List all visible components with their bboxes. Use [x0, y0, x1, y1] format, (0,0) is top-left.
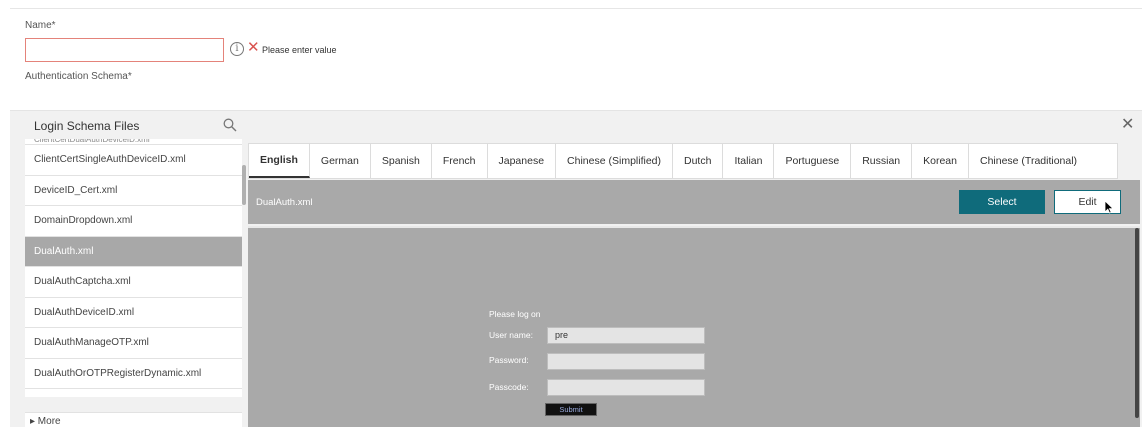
username-field[interactable]: pre — [547, 327, 705, 344]
tab-language[interactable]: Japanese — [488, 144, 557, 178]
username-label: User name: — [489, 330, 533, 340]
preview-scrollbar[interactable] — [1135, 228, 1139, 418]
mouse-cursor-icon — [1104, 200, 1114, 214]
tab-language[interactable]: Russian — [851, 144, 913, 178]
file-list-item[interactable]: DomainDropdown.xml — [25, 206, 242, 237]
error-message: Please enter value — [262, 45, 337, 55]
tab-language[interactable]: Spanish — [371, 144, 432, 178]
tab-language[interactable]: Chinese (Simplified) — [556, 144, 673, 178]
file-list-item[interactable]: DualAuthDeviceID.xml — [25, 298, 242, 328]
auth-schema-label: Authentication Schema* — [25, 71, 132, 82]
tab-language[interactable]: Italian — [723, 144, 775, 178]
file-list-item[interactable]: ClientCertSingleAuthDeviceID.xml — [25, 145, 242, 176]
preview-file-name: DualAuth.xml — [256, 197, 313, 208]
password-field[interactable] — [547, 353, 705, 370]
logon-title: Please log on — [489, 309, 541, 319]
close-icon[interactable]: ✕ — [1121, 117, 1134, 133]
tab-language[interactable]: Korean — [912, 144, 969, 178]
search-icon[interactable] — [223, 118, 237, 132]
file-list-title: Login Schema Files — [34, 119, 140, 133]
name-label: Name* — [25, 20, 56, 31]
password-label: Password: — [489, 355, 529, 365]
tab-language[interactable]: German — [310, 144, 371, 178]
preview-toolbar: DualAuth.xml Select Edit — [248, 180, 1140, 224]
tab-language[interactable]: Chinese (Traditional) — [969, 144, 1117, 178]
language-tabs: English German Spanish French Japanese Chines… — [248, 143, 1119, 179]
name-input[interactable] — [25, 38, 224, 62]
file-list-item[interactable]: DeviceID_Cert.xml — [25, 176, 242, 206]
file-list-item[interactable]: DualAuthCaptcha.xml — [25, 267, 242, 298]
tab-language[interactable]: English — [249, 144, 310, 178]
tab-language[interactable]: French — [432, 144, 488, 178]
submit-button[interactable]: Submit — [545, 403, 597, 416]
file-list-header: Login Schema Files — [25, 111, 242, 139]
error-icon: ✕ — [247, 39, 260, 56]
file-list-item[interactable]: DualAuthManageOTP.xml — [25, 328, 242, 359]
file-list-item[interactable]: DualAuth.xml — [25, 236, 242, 267]
tab-language[interactable]: Dutch — [673, 144, 724, 178]
more-toggle[interactable]: ▸ More — [25, 412, 242, 427]
select-button[interactable]: Select — [959, 190, 1045, 214]
file-list-scrollbar[interactable] — [242, 165, 246, 205]
info-icon[interactable]: i — [230, 42, 244, 56]
tab-language[interactable]: Portuguese — [774, 144, 852, 178]
file-list-item[interactable]: DualAuthOrOTPRegisterDynamic.xml — [25, 359, 242, 389]
passcode-field[interactable] — [547, 379, 705, 396]
passcode-label: Passcode: — [489, 382, 529, 392]
file-list: ClientCertDualAuthDeviceID.xml ClientCert… — [25, 139, 242, 397]
